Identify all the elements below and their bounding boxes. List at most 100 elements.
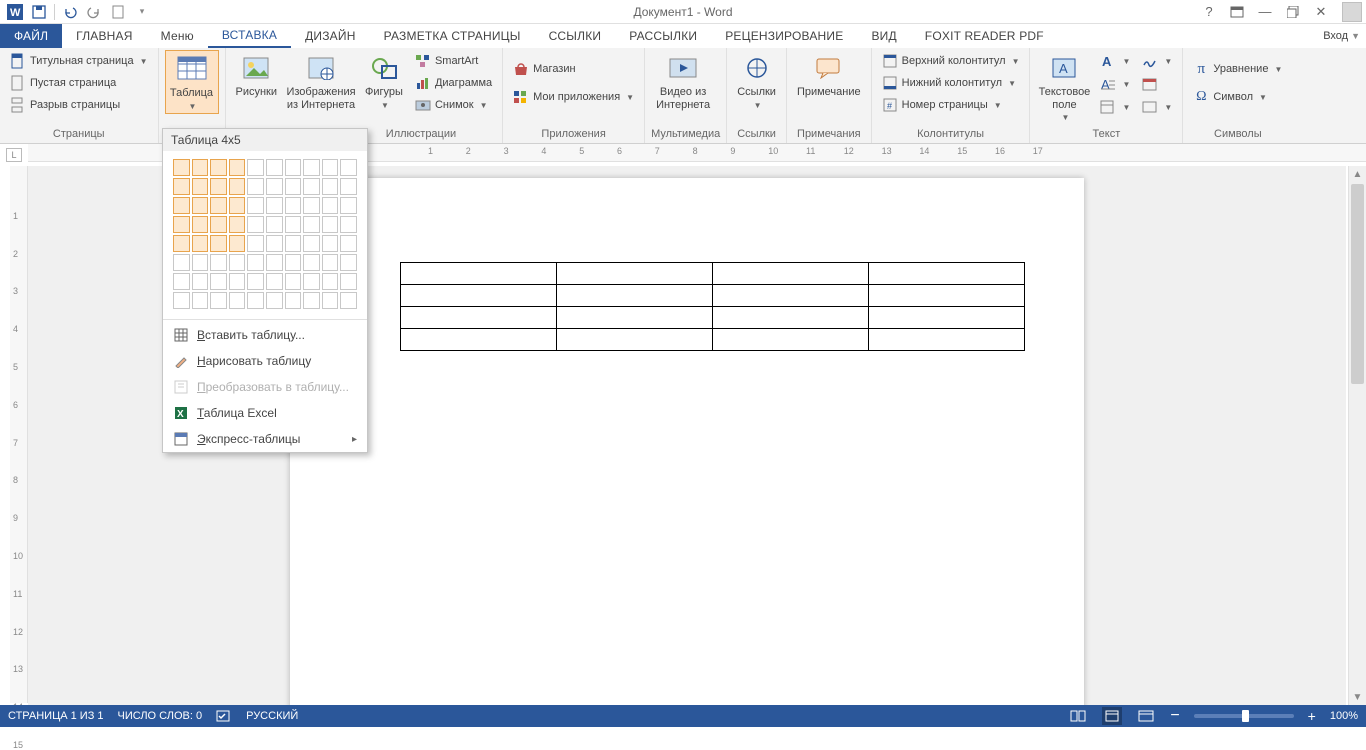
grid-cell[interactable] [247, 216, 264, 233]
grid-cell[interactable] [303, 216, 320, 233]
grid-cell[interactable] [210, 273, 227, 290]
redo-button[interactable] [83, 2, 105, 22]
grid-cell[interactable] [322, 292, 339, 309]
grid-cell[interactable] [266, 178, 283, 195]
online-video-button[interactable]: Видео из Интернета [651, 50, 715, 113]
tab-вставка[interactable]: ВСТАВКА [208, 24, 291, 48]
grid-cell[interactable] [303, 159, 320, 176]
grid-cell[interactable] [303, 292, 320, 309]
page-break-button[interactable]: Разрыв страницы [6, 94, 152, 116]
equation-button[interactable]: πУравнение▼ [1189, 58, 1286, 80]
grid-cell[interactable] [173, 235, 190, 252]
grid-cell[interactable] [229, 292, 246, 309]
grid-cell[interactable] [173, 216, 190, 233]
scroll-down-button[interactable]: ▼ [1349, 689, 1366, 705]
grid-cell[interactable] [229, 159, 246, 176]
grid-cell[interactable] [285, 254, 302, 271]
zoom-in-button[interactable]: + [1308, 708, 1316, 724]
grid-cell[interactable] [322, 178, 339, 195]
grid-cell[interactable] [266, 273, 283, 290]
grid-cell[interactable] [173, 159, 190, 176]
grid-cell[interactable] [247, 292, 264, 309]
view-print-button[interactable] [1102, 707, 1122, 725]
tab-дизайн[interactable]: ДИЗАЙН [291, 24, 370, 48]
table-button[interactable]: Таблица▼ [165, 50, 219, 114]
grid-cell[interactable] [210, 254, 227, 271]
vertical-ruler[interactable]: 123456789101112131415 [10, 166, 28, 703]
grid-cell[interactable] [303, 235, 320, 252]
grid-cell[interactable] [210, 159, 227, 176]
draw-table-item[interactable]: Нарисовать таблицу [163, 348, 367, 374]
zoom-out-button[interactable]: − [1170, 707, 1179, 725]
dropcap-button[interactable]: A▼ [1096, 73, 1134, 95]
grid-cell[interactable] [303, 254, 320, 271]
help-button[interactable]: ? [1198, 2, 1220, 22]
table-size-grid[interactable] [163, 151, 367, 317]
grid-cell[interactable] [247, 273, 264, 290]
signin-button[interactable]: Вход▼ [1323, 24, 1360, 48]
page[interactable] [290, 178, 1084, 705]
grid-cell[interactable] [192, 254, 209, 271]
grid-cell[interactable] [173, 254, 190, 271]
grid-cell[interactable] [322, 235, 339, 252]
grid-cell[interactable] [266, 235, 283, 252]
shapes-button[interactable]: Фигуры▼ [361, 50, 407, 112]
scrollbar-thumb[interactable] [1351, 184, 1364, 384]
grid-cell[interactable] [322, 197, 339, 214]
grid-cell[interactable] [266, 197, 283, 214]
tab-file[interactable]: ФАЙЛ [0, 24, 62, 48]
grid-cell[interactable] [285, 159, 302, 176]
store-button[interactable]: Магазин [509, 58, 638, 80]
ribbon-display-button[interactable] [1226, 2, 1248, 22]
tab-ссылки[interactable]: ССЫЛКИ [535, 24, 616, 48]
grid-cell[interactable] [266, 216, 283, 233]
grid-cell[interactable] [192, 235, 209, 252]
grid-cell[interactable] [322, 216, 339, 233]
pictures-button[interactable]: Рисунки [232, 50, 282, 101]
zoom-slider[interactable] [1194, 714, 1294, 718]
grid-cell[interactable] [340, 159, 357, 176]
myapps-button[interactable]: Мои приложения▼ [509, 86, 638, 108]
grid-cell[interactable] [247, 235, 264, 252]
grid-cell[interactable] [247, 254, 264, 271]
grid-cell[interactable] [229, 235, 246, 252]
tab-foxit-reader-pdf[interactable]: Foxit Reader PDF [911, 24, 1058, 48]
grid-cell[interactable] [192, 178, 209, 195]
grid-cell[interactable] [173, 273, 190, 290]
grid-cell[interactable] [210, 235, 227, 252]
proofing-button[interactable] [216, 709, 232, 723]
scroll-up-button[interactable]: ▲ [1349, 166, 1366, 182]
screenshot-button[interactable]: Снимок▼ [411, 94, 496, 116]
grid-cell[interactable] [210, 178, 227, 195]
grid-cell[interactable] [266, 159, 283, 176]
datetime-button[interactable] [1138, 73, 1176, 95]
grid-cell[interactable] [229, 216, 246, 233]
grid-cell[interactable] [210, 292, 227, 309]
zoom-slider-knob[interactable] [1242, 710, 1249, 722]
grid-cell[interactable] [173, 178, 190, 195]
signature-button[interactable]: ▼ [1138, 50, 1176, 72]
vertical-scrollbar[interactable]: ▲ ▼ [1348, 166, 1366, 705]
view-web-button[interactable] [1136, 707, 1156, 725]
grid-cell[interactable] [229, 197, 246, 214]
tab-рассылки[interactable]: РАССЫЛКИ [615, 24, 711, 48]
quickparts-button[interactable]: ▼ [1096, 96, 1134, 118]
grid-cell[interactable] [192, 273, 209, 290]
close-button[interactable]: ✕ [1310, 2, 1332, 22]
symbol-button[interactable]: ΩСимвол▼ [1189, 86, 1286, 108]
grid-cell[interactable] [340, 292, 357, 309]
tab-разметка-страницы[interactable]: РАЗМЕТКА СТРАНИЦЫ [370, 24, 535, 48]
online-pictures-button[interactable]: Изображения из Интернета [285, 50, 357, 113]
grid-cell[interactable] [285, 235, 302, 252]
grid-cell[interactable] [192, 292, 209, 309]
ruler-tab-selector[interactable]: L [6, 148, 22, 162]
quick-tables-item[interactable]: Экспресс-таблицы▸ [163, 426, 367, 452]
grid-cell[interactable] [285, 178, 302, 195]
grid-cell[interactable] [285, 273, 302, 290]
textbox-button[interactable]: AТекстовое поле▼ [1036, 50, 1092, 124]
grid-cell[interactable] [322, 159, 339, 176]
footer-button[interactable]: Нижний колонтитул▼ [878, 72, 1024, 94]
cover-page-button[interactable]: Титульная страница▼ [6, 50, 152, 72]
view-read-button[interactable] [1068, 707, 1088, 725]
grid-cell[interactable] [285, 197, 302, 214]
